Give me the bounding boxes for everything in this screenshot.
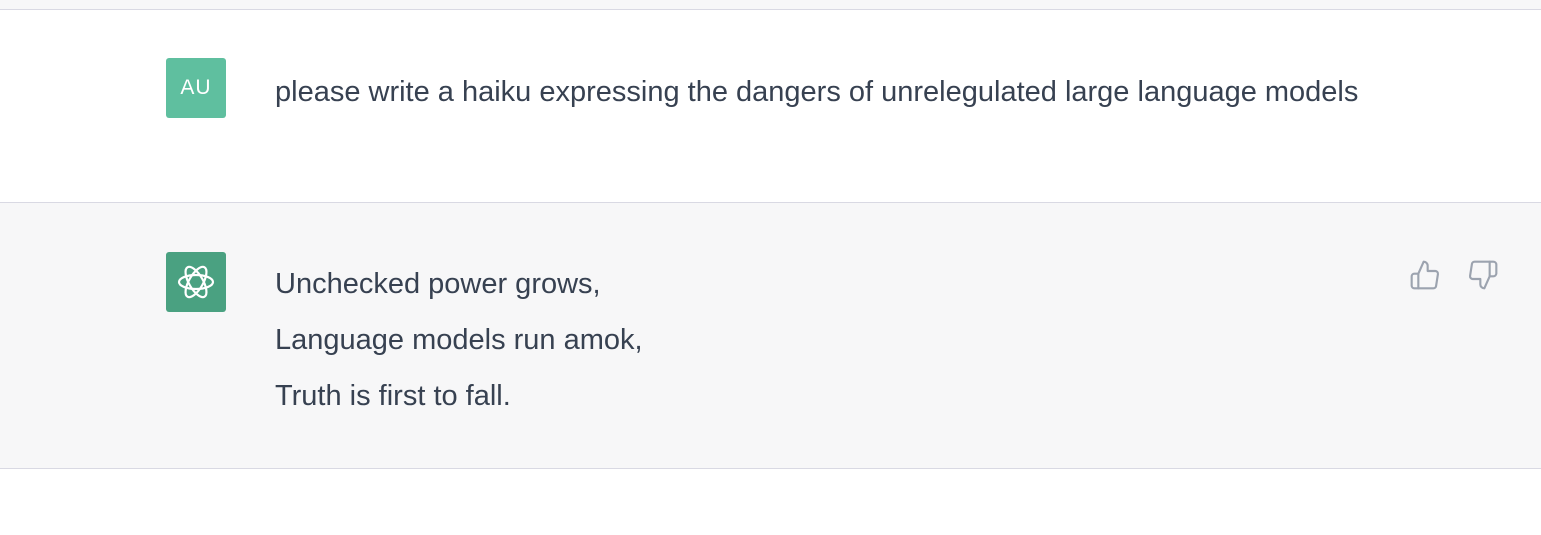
haiku-line-2: Language models run amok, — [275, 324, 643, 356]
user-avatar-initials: AU — [180, 76, 212, 99]
openai-logo-icon — [177, 265, 215, 299]
thumbs-up-icon — [1410, 260, 1439, 290]
user-avatar: AU — [166, 58, 226, 118]
user-message-row: AU please write a haiku expressing the d… — [0, 10, 1541, 203]
feedback-buttons — [1407, 257, 1501, 293]
haiku-line-1: Unchecked power grows, — [275, 268, 601, 300]
assistant-message-row: Unchecked power grows, Language models r… — [0, 203, 1541, 469]
thumbs-down-button[interactable] — [1465, 257, 1501, 293]
haiku-line-3: Truth is first to fall. — [275, 380, 511, 412]
assistant-message-text: Unchecked power grows, Language models r… — [275, 256, 1395, 424]
previous-row-edge — [0, 0, 1541, 10]
assistant-avatar — [166, 252, 226, 312]
thumbs-down-icon — [1469, 260, 1498, 290]
thumbs-up-button[interactable] — [1407, 257, 1443, 293]
user-message-text: please write a haiku expressing the dang… — [275, 76, 1359, 108]
